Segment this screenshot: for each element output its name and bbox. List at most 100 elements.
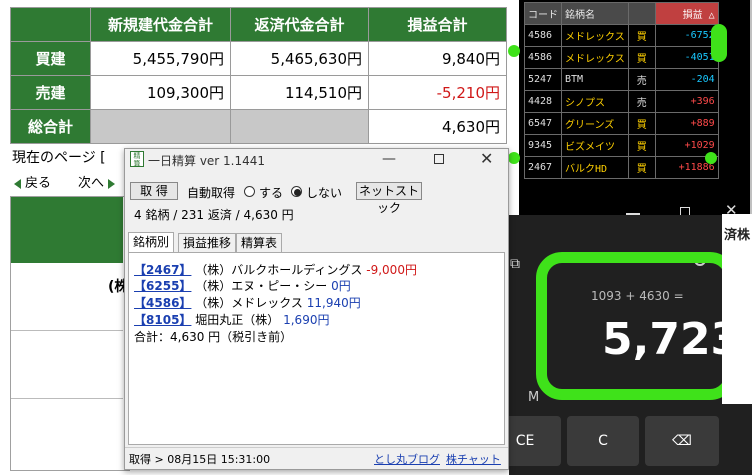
back-label: 戻る <box>25 176 52 191</box>
right-triangle-icon <box>108 178 116 189</box>
tab-pl-trend[interactable]: 損益推移 <box>178 233 237 253</box>
blog-link[interactable]: とし丸ブログ <box>374 451 440 467</box>
tab-settlement-sheet[interactable]: 精算表 <box>236 233 283 253</box>
stock-row[interactable]: 4586 メドレックス 買 -6752 <box>524 24 719 47</box>
chart-link[interactable]: 株チャット <box>446 451 501 467</box>
header-pl-total: 損益合計 <box>368 7 507 42</box>
stock-code-link[interactable]: 【2467】 <box>134 263 191 277</box>
row-label-total: 総合計 <box>10 109 91 144</box>
highlight-dot <box>508 45 520 57</box>
pl-header-label: 損益 <box>682 10 703 21</box>
entry-pl: 0円 <box>331 279 351 293</box>
total-line: 合計：4,630 円（税引き前） <box>134 330 293 344</box>
stock-pl: +396 <box>654 90 719 113</box>
keep-on-top-icon[interactable]: ⧉ <box>510 256 520 272</box>
stock-pl: +889 <box>654 112 719 135</box>
buy-pl-amount: 9,840円 <box>368 41 507 76</box>
row-divider <box>11 398 123 399</box>
stock-code: 5247 <box>524 68 562 91</box>
stock-name: メドレックス <box>561 46 629 69</box>
minimize-icon[interactable]: — <box>382 151 396 167</box>
stock-code-link[interactable]: 【8105】 <box>134 313 191 327</box>
stock-name: BTM <box>561 68 629 91</box>
sell-new-amount: 109,300円 <box>90 75 231 110</box>
stock-name: メドレックス <box>561 24 629 47</box>
maximize-icon[interactable] <box>434 154 444 164</box>
stock-row[interactable]: 4428 シノプス 売 +396 <box>524 90 719 113</box>
background-page-text: 済株 <box>724 228 751 243</box>
stock-side: 買 <box>627 134 656 157</box>
current-page-label: 現在のページ [ <box>12 150 106 166</box>
total-pl-amount: 4,630円 <box>368 109 507 144</box>
stock-code: 4586 <box>524 46 562 69</box>
company-name: （株）エヌ・ピー・シー <box>195 279 328 293</box>
row-divider <box>11 330 123 331</box>
window-title: 一日精算 ver 1.1441 <box>148 154 266 168</box>
highlight-frame <box>536 252 736 400</box>
header-new-total: 新規建代金合計 <box>90 7 231 42</box>
header-close-total: 返済代金合計 <box>230 7 369 42</box>
entry-pl: -9,000円 <box>366 263 417 277</box>
left-triangle-icon <box>14 178 21 189</box>
stock-name: グリーンズ <box>561 112 629 135</box>
list-item: 【4586】 （株）メドレックス 11,940円 <box>134 294 361 311</box>
netstock-button[interactable]: ネットストック <box>356 182 422 215</box>
stock-row[interactable]: 5247 BTM 売 -204 <box>524 68 719 91</box>
company-name: 堀田丸正（株） <box>195 313 280 327</box>
next-link[interactable]: 次へ <box>78 172 116 191</box>
stock-code: 4586 <box>524 24 562 47</box>
company-name: （株）メドレックス <box>195 296 303 310</box>
list-item: 【2467】 （株）バルクホールディングス -9,000円 <box>134 261 417 278</box>
sort-up-icon: △ <box>708 10 715 21</box>
stock-row[interactable]: 2467 バルクHD 買 +11886 <box>524 156 719 179</box>
list-item: 【8105】 堀田丸正（株） 1,690円 <box>134 311 329 328</box>
tab-by-stock[interactable]: 銘柄別 <box>128 232 175 253</box>
stock-name: ビズメイツ <box>561 134 629 157</box>
col-side-header[interactable] <box>627 2 656 25</box>
highlight-mark <box>711 24 727 62</box>
back-link[interactable]: 戻る <box>14 172 51 191</box>
buy-close-amount: 5,465,630円 <box>230 41 369 76</box>
highlight-dot <box>508 152 520 164</box>
stock-row[interactable]: 4586 メドレックス 買 -4051 <box>524 46 719 69</box>
stock-side: 買 <box>627 46 656 69</box>
summary-table: 新規建代金合計 返済代金合計 損益合計 買建 5,455,790円 5,465,… <box>10 7 507 144</box>
stock-name: シノプス <box>561 90 629 113</box>
stock-side: 買 <box>627 24 656 47</box>
next-label: 次へ <box>78 176 105 191</box>
list-item: 【6255】 （株）エヌ・ピー・シー 0円 <box>134 277 351 294</box>
close-icon[interactable]: ✕ <box>480 149 493 168</box>
stock-side: 買 <box>627 156 656 179</box>
stock-side: 売 <box>627 90 656 113</box>
auto-on-label[interactable]: する <box>259 184 283 201</box>
stock-pl: -6752 <box>654 24 719 47</box>
stock-row[interactable]: 9345 ビズメイツ 買 +1029 <box>524 134 719 157</box>
buy-new-amount: 5,455,790円 <box>90 41 231 76</box>
sell-close-amount: 114,510円 <box>230 75 369 110</box>
stock-row[interactable]: 6547 グリーンズ 買 +889 <box>524 112 719 135</box>
fetch-button[interactable]: 取 得 <box>130 182 178 200</box>
auto-on-radio[interactable] <box>244 186 255 197</box>
summary-corner <box>10 7 91 42</box>
sell-pl-amount: -5,210円 <box>368 75 507 110</box>
clear-key[interactable]: C <box>567 416 639 466</box>
results-table-header <box>11 197 123 263</box>
stock-code: 9345 <box>524 134 562 157</box>
col-pl-header[interactable]: 損益 △ <box>654 2 719 25</box>
total-close-empty <box>230 109 369 144</box>
auto-off-label[interactable]: しない <box>306 184 342 201</box>
memory-button[interactable]: M <box>528 390 539 405</box>
col-code-header[interactable]: コード <box>524 2 562 25</box>
stock-code-link[interactable]: 【6255】 <box>134 279 191 293</box>
company-name: （株）バルクホールディングス <box>195 263 363 277</box>
auto-off-radio[interactable] <box>291 186 302 197</box>
status-text: 取得 > 08月15日 15:31:00 <box>129 453 271 466</box>
app-icon: 精算 <box>130 151 144 168</box>
stock-code-link[interactable]: 【4586】 <box>134 296 191 310</box>
stock-pl: -4051 <box>654 46 719 69</box>
total-new-empty <box>90 109 231 144</box>
backspace-key[interactable]: ⌫ <box>645 416 719 466</box>
col-name-header[interactable]: 銘柄名 <box>561 2 629 25</box>
stock-pl: -204 <box>654 68 719 91</box>
entry-pl: 11,940円 <box>306 296 361 310</box>
